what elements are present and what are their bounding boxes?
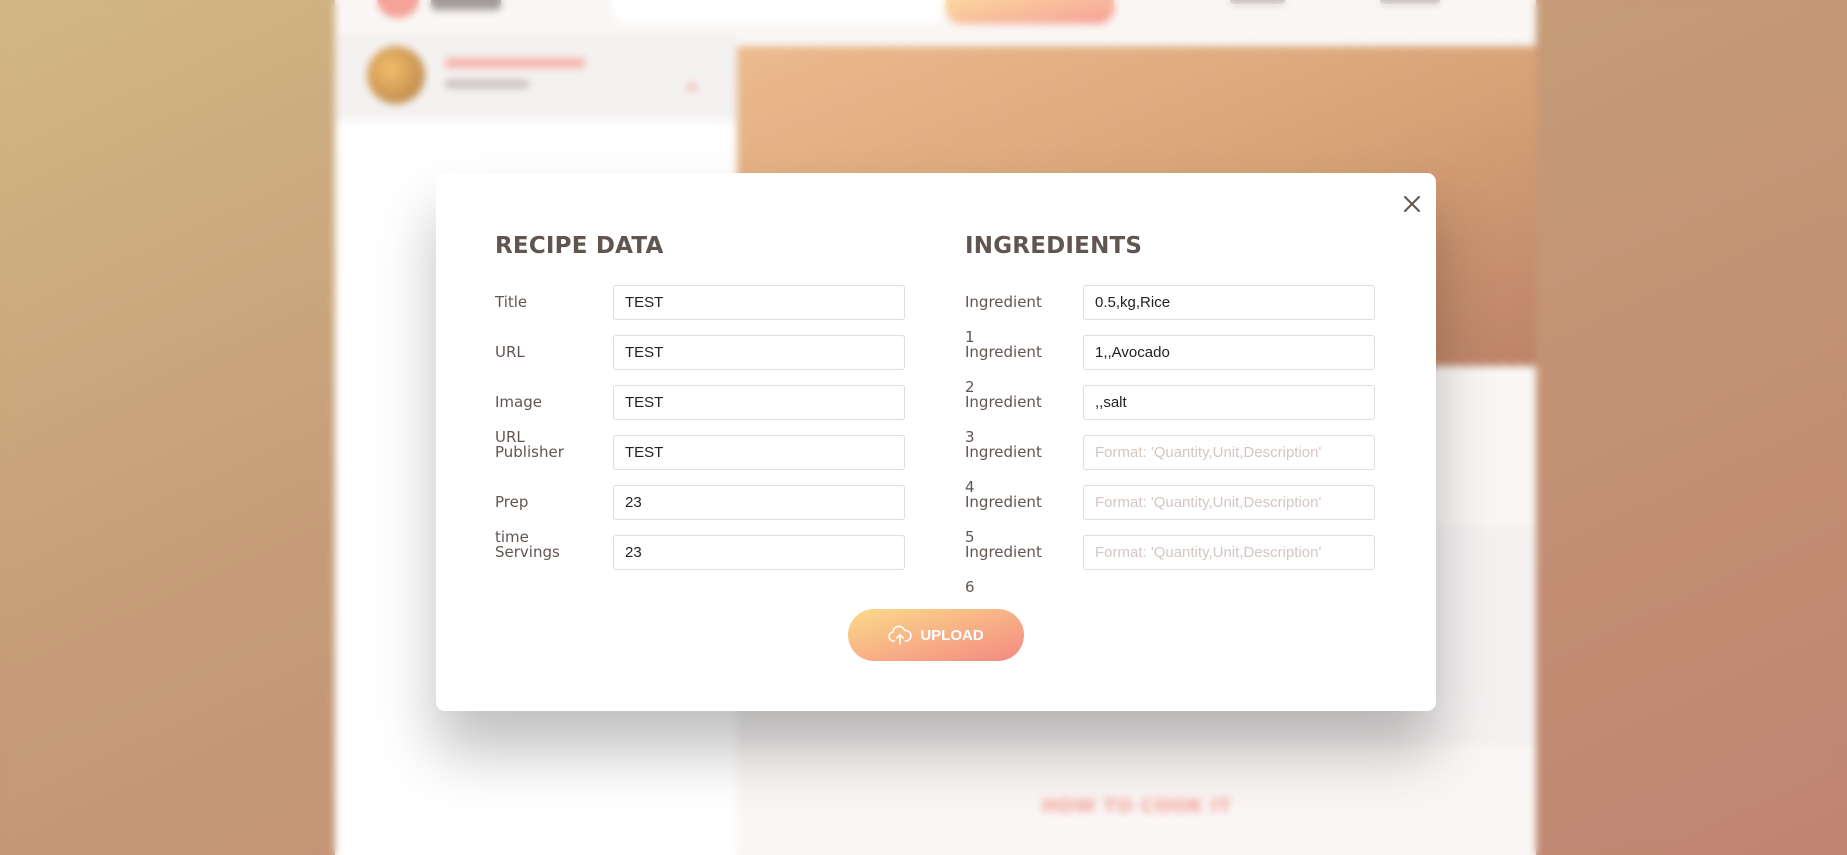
ingredients-heading: Ingredients bbox=[965, 233, 1143, 259]
ingredient-5-label: Ingredient 5 bbox=[965, 493, 1042, 546]
publisher-input[interactable] bbox=[613, 435, 905, 470]
ingredient-2-label: Ingredient 2 bbox=[965, 343, 1042, 396]
ingredient-1-input[interactable] bbox=[1083, 285, 1375, 320]
url-label: URL bbox=[495, 343, 525, 361]
url-input[interactable] bbox=[613, 335, 905, 370]
upload-recipe-modal: Recipe data Title URL Image URL Publishe… bbox=[436, 173, 1436, 711]
servings-label: Servings bbox=[495, 543, 560, 561]
ingredient-5-input[interactable] bbox=[1083, 485, 1375, 520]
ingredient-2-input[interactable] bbox=[1083, 335, 1375, 370]
ingredient-4-input[interactable] bbox=[1083, 435, 1375, 470]
ingredient-3-label: Ingredient 3 bbox=[965, 393, 1042, 446]
publisher-label: Publisher bbox=[495, 443, 564, 461]
prep-time-label: Prep time bbox=[495, 493, 529, 546]
ingredient-6-label: Ingredient 6 bbox=[965, 543, 1042, 596]
upload-cloud-icon bbox=[888, 624, 913, 646]
recipe-data-column: Recipe data Title URL Image URL Publishe… bbox=[495, 226, 905, 570]
ingredient-4-label: Ingredient 4 bbox=[965, 443, 1042, 496]
servings-input[interactable] bbox=[613, 535, 905, 570]
title-input[interactable] bbox=[613, 285, 905, 320]
ingredient-3-input[interactable] bbox=[1083, 385, 1375, 420]
close-modal-button[interactable] bbox=[1397, 189, 1427, 219]
prep-time-input[interactable] bbox=[613, 485, 905, 520]
upload-button-label: Upload bbox=[920, 626, 984, 644]
ingredient-6-input[interactable] bbox=[1083, 535, 1375, 570]
recipe-data-heading: Recipe data bbox=[495, 233, 664, 259]
ingredient-1-label: Ingredient 1 bbox=[965, 293, 1042, 346]
upload-button[interactable]: Upload bbox=[848, 609, 1024, 661]
image-url-label: Image URL bbox=[495, 393, 542, 446]
ingredients-column: Ingredients Ingredient 1 Ingredient 2 In… bbox=[965, 226, 1375, 596]
title-label: Title bbox=[495, 293, 528, 311]
image-url-input[interactable] bbox=[613, 385, 905, 420]
close-icon bbox=[1404, 196, 1420, 212]
